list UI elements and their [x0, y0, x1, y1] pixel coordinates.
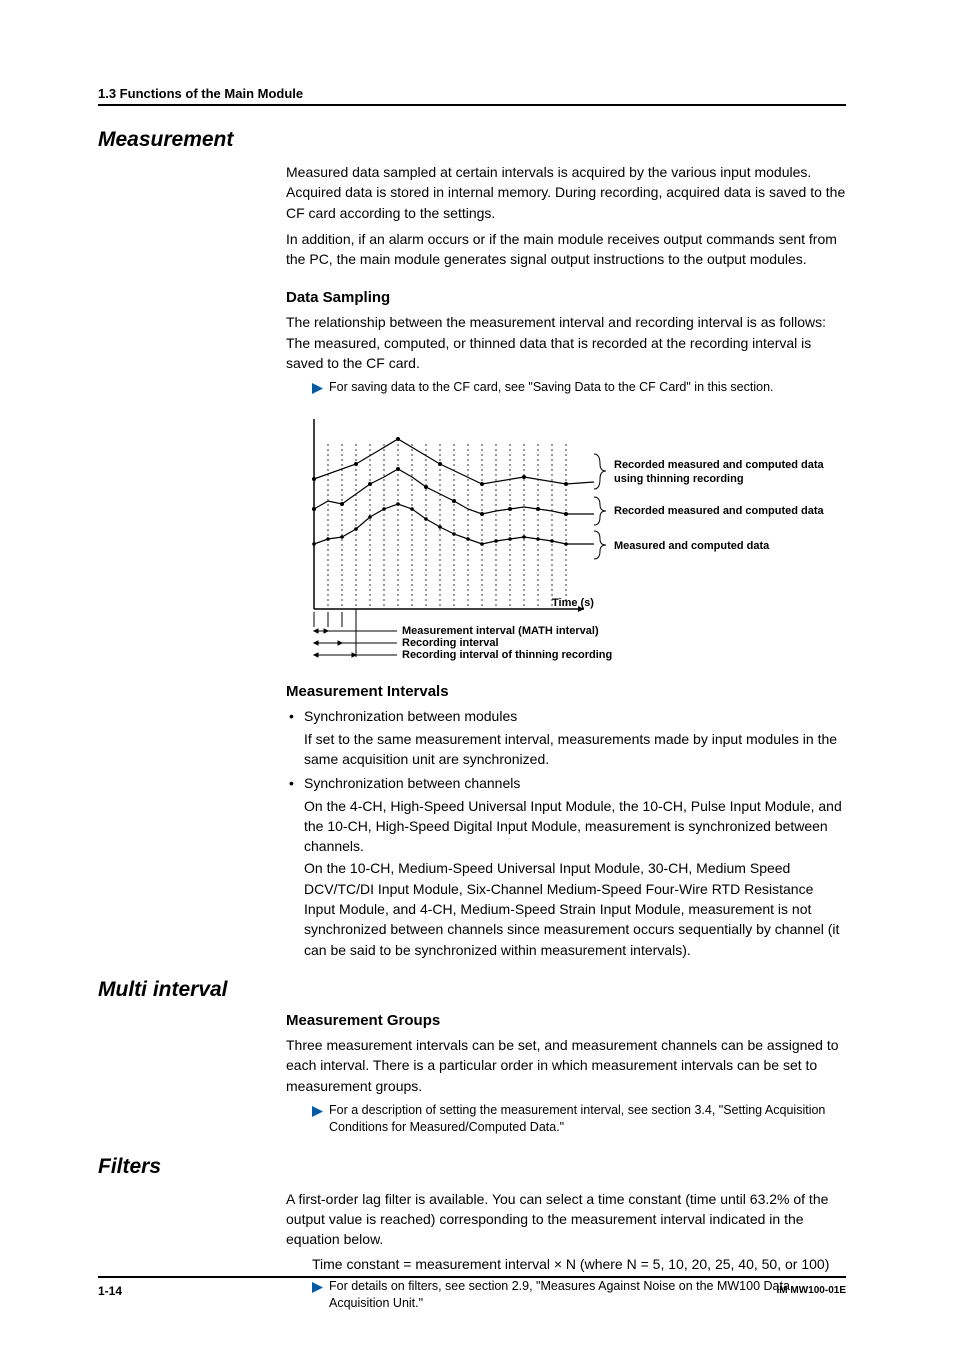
diagram-label-measured: Measured and computed data [614, 540, 844, 553]
heading-multi-interval: Multi interval [98, 978, 846, 1002]
heading-filters: Filters [98, 1155, 846, 1179]
triangle-icon [312, 381, 323, 399]
filters-body: A first-order lag filter is available. Y… [286, 1189, 846, 1250]
measurement-intro-1: Measured data sampled at certain interva… [286, 162, 846, 223]
measurement-groups-note: For a description of setting the measure… [329, 1102, 846, 1137]
bullet-sync-modules-title: Synchronization between modules [304, 708, 517, 724]
bullet-sync-channels-body1: On the 4-CH, High-Speed Universal Input … [304, 796, 846, 857]
sampling-diagram: Recorded measured and computed data usin… [294, 409, 846, 669]
diagram-interval-meas: Measurement interval (MATH interval) [402, 625, 599, 637]
bullet-sync-channels-title: Synchronization between channels [304, 775, 520, 791]
diagram-interval-rec: Recording interval [402, 637, 499, 649]
footer-rule [98, 1276, 846, 1278]
diagram-label-thinning: Recorded measured and computed data usin… [614, 459, 844, 485]
bullet-sync-channels-body2: On the 10-CH, Medium-Speed Universal Inp… [304, 858, 846, 959]
measurement-intro-2: In addition, if an alarm occurs or if th… [286, 229, 846, 270]
data-sampling-note: For saving data to the CF card, see "Sav… [329, 379, 774, 397]
page-number: 1-14 [98, 1284, 122, 1298]
heading-measurement-intervals: Measurement Intervals [286, 683, 846, 700]
data-sampling-body: The relationship between the measurement… [286, 312, 846, 373]
diagram-label-recorded: Recorded measured and computed data [614, 505, 844, 518]
running-header: 1.3 Functions of the Main Module [98, 86, 846, 106]
filters-equation: Time constant = measurement interval × N… [312, 1256, 846, 1272]
bullet-sync-modules: Synchronization between modules If set t… [286, 706, 846, 769]
bullet-sync-modules-body: If set to the same measurement interval,… [304, 729, 846, 770]
heading-measurement-groups: Measurement Groups [286, 1012, 846, 1029]
measurement-groups-body: Three measurement intervals can be set, … [286, 1035, 846, 1096]
document-id: IM MW100-01E [777, 1285, 846, 1296]
heading-data-sampling: Data Sampling [286, 289, 846, 306]
triangle-icon [312, 1280, 323, 1298]
diagram-time-axis: Time (s) [552, 597, 594, 609]
triangle-icon [312, 1104, 323, 1122]
heading-measurement: Measurement [98, 128, 846, 152]
bullet-sync-channels: Synchronization between channels On the … [286, 773, 846, 960]
filters-note: For details on filters, see section 2.9,… [329, 1278, 846, 1313]
diagram-interval-thin: Recording interval of thinning recording [402, 649, 612, 661]
